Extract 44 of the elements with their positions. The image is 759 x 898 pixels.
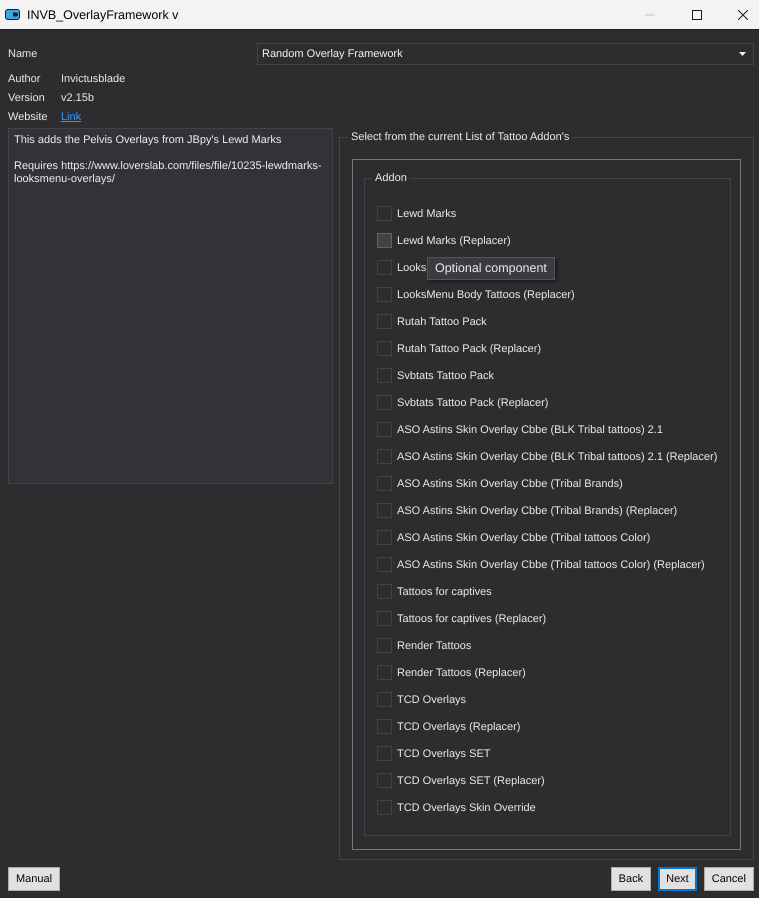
checkbox-label[interactable]: Rutah Tattoo Pack: [397, 316, 487, 328]
field-label: Version: [8, 92, 45, 104]
field-label: Website: [8, 110, 48, 122]
checkbox-label[interactable]: Rutah Tattoo Pack (Replacer): [397, 342, 542, 354]
field-value: Invictusblade: [61, 72, 126, 84]
checkbox-label[interactable]: Tattoos for captives: [397, 586, 492, 598]
checkbox-label[interactable]: Tattoos for captives (Replacer): [397, 612, 546, 624]
checkbox-label[interactable]: ASO Astins Skin Overlay Cbbe (BLK Tribal tattoos) 2.1 (Replacer): [397, 450, 718, 462]
caret-icon: [739, 52, 746, 56]
checkbox-label[interactable]: ASO Astins Skin Overlay Cbbe (Tribal tattoos Color): [397, 532, 650, 544]
checkbox-label[interactable]: Svbtats Tattoo Pack (Replacer): [397, 396, 548, 408]
field-value: v2.15b: [61, 92, 94, 104]
dialog-button[interactable]: Back: [610, 867, 652, 891]
field-label: Author: [8, 72, 40, 84]
app-icon: [5, 9, 20, 20]
checkbox[interactable]: [377, 233, 392, 248]
checkbox-label[interactable]: TCD Overlays SET (Replacer): [397, 774, 545, 786]
checkbox-label[interactable]: TCD Overlays SET: [397, 748, 491, 760]
checkbox-label[interactable]: ASO Astins Skin Overlay Cbbe (Tribal Brands): [397, 478, 623, 490]
group-title: Select from the current List of Tattoo Addon's: [350, 130, 570, 145]
checkbox-label[interactable]: Looks: [397, 262, 426, 274]
checkbox-label[interactable]: Lewd Marks: [397, 208, 456, 220]
checkbox-label[interactable]: LooksMenu Body Tattoos (Replacer): [397, 288, 575, 300]
website-link[interactable]: Link: [61, 110, 82, 122]
checkbox-label[interactable]: ASO Astins Skin Overlay Cbbe (Tribal Brands) (Replacer): [397, 504, 678, 516]
checkbox-label[interactable]: TCD Overlays: [397, 694, 466, 706]
manual-button[interactable]: Manual: [8, 867, 60, 891]
name-dropdown[interactable]: Random Overlay Framework: [257, 43, 754, 65]
dialog-button[interactable]: Cancel: [704, 867, 754, 891]
window-title: INVB_OverlayFramework v: [27, 8, 178, 22]
checkbox-label[interactable]: TCD Overlays Skin Override: [397, 802, 536, 814]
checkbox-label[interactable]: ASO Astins Skin Overlay Cbbe (Tribal tattoos Color) (Replacer): [397, 558, 705, 570]
description-text: Requires https://www.loverslab.com/files/file/10235-lewdmarks-looksmenu-overlays/: [14, 160, 323, 186]
checkbox-label[interactable]: Render Tattoos: [397, 640, 472, 652]
field-label: Name: [8, 48, 38, 60]
description-text: This adds the Pelvis Overlays from JBpy's Lewd Marks: [14, 134, 282, 147]
checkbox-label[interactable]: TCD Overlays (Replacer): [397, 720, 520, 732]
checkbox-label[interactable]: Lewd Marks (Replacer): [397, 234, 511, 246]
dialog-button[interactable]: Next: [658, 867, 697, 891]
checkbox-label[interactable]: Svbtats Tattoo Pack: [397, 370, 494, 382]
tooltip: Optional component: [427, 257, 555, 280]
checkbox-label[interactable]: ASO Astins Skin Overlay Cbbe (BLK Tribal tattoos) 2.1: [397, 424, 663, 436]
checkbox-label[interactable]: Render Tattoos (Replacer): [397, 666, 526, 678]
group-title: Addon: [374, 171, 408, 186]
